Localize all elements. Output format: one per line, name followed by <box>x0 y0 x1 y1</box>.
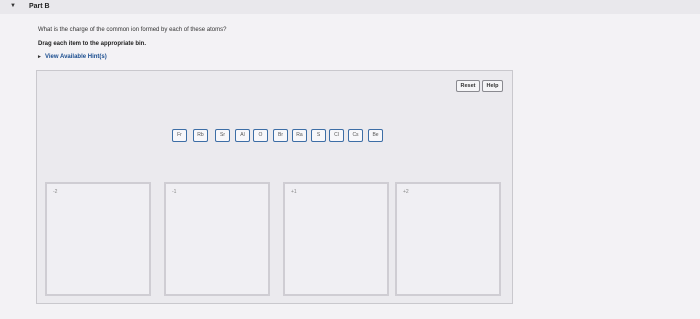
part-header[interactable]: ▼ Part B <box>0 0 700 14</box>
bin-label: -1 <box>172 189 177 195</box>
bin-minus-1[interactable]: -1 <box>164 182 270 296</box>
hints-link-label: View Available Hint(s) <box>44 54 107 60</box>
tile-item[interactable]: Rb <box>193 129 208 142</box>
bin-label: +1 <box>291 189 297 195</box>
tile-item[interactable]: O <box>253 129 268 142</box>
bin-plus-1[interactable]: +1 <box>283 182 389 296</box>
help-button[interactable]: Help <box>482 80 503 92</box>
bin-label: +2 <box>403 189 409 195</box>
reset-button[interactable]: Reset <box>456 80 480 92</box>
bin-plus-2[interactable]: +2 <box>395 182 501 296</box>
bin-label: -2 <box>53 189 58 195</box>
bin-minus-2[interactable]: -2 <box>45 182 151 296</box>
tile-item[interactable]: Br <box>273 129 288 142</box>
tile-item[interactable]: Cl <box>329 129 344 142</box>
part-title: Part B <box>29 3 50 10</box>
tile-item[interactable]: Cs <box>348 129 363 142</box>
chevron-down-icon[interactable]: ▼ <box>10 3 16 9</box>
tile-item[interactable]: Ra <box>292 129 307 142</box>
caret-right-icon: ► <box>37 54 42 60</box>
tile-item[interactable]: Fr <box>172 129 187 142</box>
tile-item[interactable]: S <box>311 129 326 142</box>
tile-item[interactable]: Sr <box>215 129 230 142</box>
view-hints-link[interactable]: ► View Available Hint(s) <box>37 54 107 60</box>
tile-item[interactable]: Al <box>235 129 250 142</box>
question-text: What is the charge of the common ion for… <box>38 27 227 33</box>
tile-item[interactable]: Be <box>368 129 383 142</box>
instruction-text: Drag each item to the appropriate bin. <box>38 41 147 47</box>
